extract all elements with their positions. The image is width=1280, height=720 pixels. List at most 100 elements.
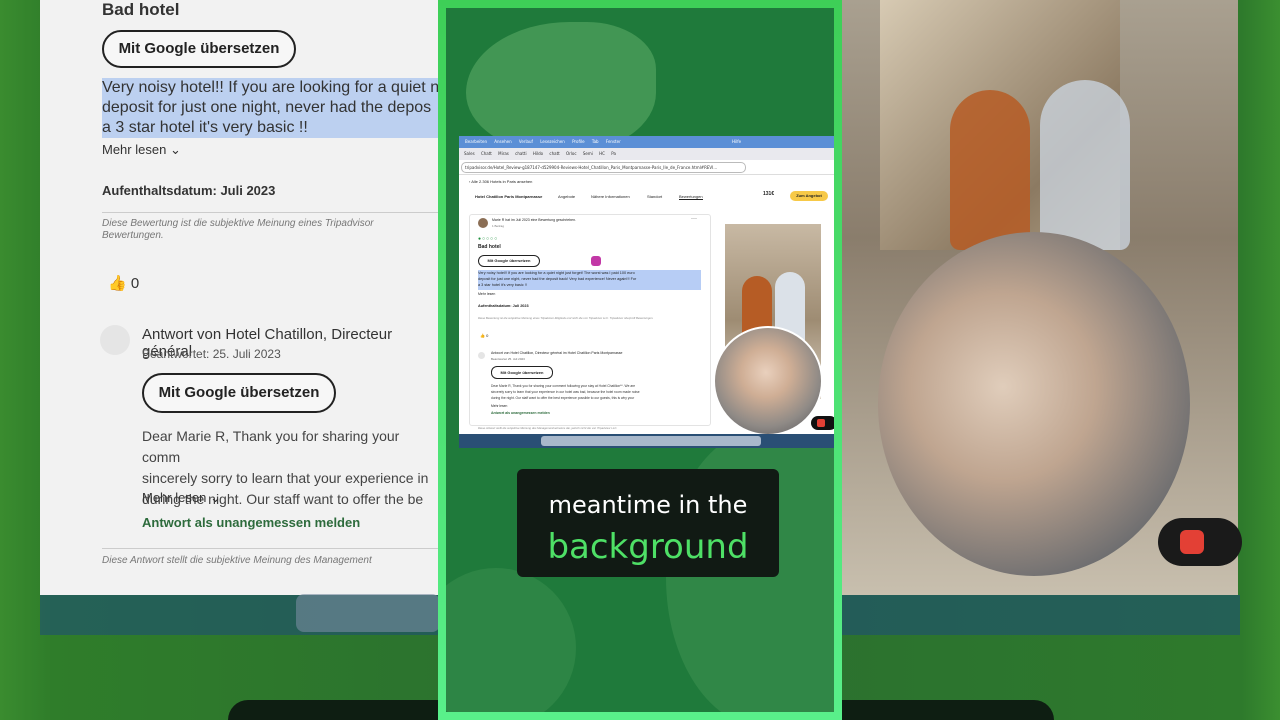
bg-read-more-2: Mehr lesen ⌄: [142, 490, 221, 505]
contrib-count: 1 Beitrag: [492, 224, 505, 228]
monstera-leaf-icon: [466, 22, 656, 152]
bg-like-count: 0: [130, 275, 140, 292]
record-stop-icon[interactable]: [817, 419, 825, 427]
nav-reviews[interactable]: Bewertungen: [679, 194, 703, 200]
bg-like: 👍 0: [108, 274, 139, 292]
menu-item[interactable]: Profile: [572, 139, 584, 144]
browser-tab[interactable]: chatt: [549, 148, 559, 160]
price: 131€: [763, 191, 775, 197]
bg-read-more: Mehr lesen ⌄: [102, 142, 181, 157]
nav-offers[interactable]: Angebote: [558, 194, 575, 199]
response-text: Dear Marie R, Thank you for sharing your…: [491, 383, 640, 401]
bg-hotel-avatar: [100, 325, 130, 355]
read-more-link-2[interactable]: Mehr lesen: [491, 404, 507, 408]
webcam-bubble[interactable]: [713, 326, 823, 436]
address-bar: tripadvisor.de/Hotel_Review-g187147-d529…: [459, 160, 834, 175]
browser-tab[interactable]: Miras: [498, 148, 509, 160]
thumbs-up-icon: 👍: [108, 275, 127, 292]
mac-menubar: Bearbeiten Ansehen Verlauf Lesezeichen P…: [459, 136, 834, 148]
card-inner: Bearbeiten Ansehen Verlauf Lesezeichen P…: [446, 8, 834, 712]
reviewer-line: Marie R hat im Juli 2023 eine Bewertung …: [492, 218, 577, 222]
bg-disclaimer-2: Diese Antwort stellt die subjektive Mein…: [102, 555, 372, 566]
subtitle-box: meantime in the background: [517, 469, 779, 577]
nav-info[interactable]: Nähere Informationen: [591, 194, 630, 199]
hotel-name: Hotel Chatillon Paris Montparnasse: [475, 194, 543, 199]
browser-tab[interactable]: Pa: [611, 148, 616, 160]
review-line: a 3 star hotel it's very basic !!: [478, 283, 527, 287]
bg-review-title: Bad hotel: [102, 0, 180, 19]
menu-item[interactable]: Ansehen: [494, 139, 511, 144]
back-link[interactable]: ‹ Alle 2.306 Hotels in Paris ansehen: [469, 179, 532, 184]
cursor-tool-icon: [591, 256, 601, 266]
like-count: 0: [486, 333, 489, 338]
browser-tab[interactable]: Hildo: [533, 148, 543, 160]
bg-review-line: a 3 star hotel it's very basic !!: [102, 119, 308, 136]
deal-button[interactable]: Zum Angebot: [790, 191, 828, 201]
bg-dock: [296, 594, 440, 632]
response-date: Beantwortet 25. Juli 2023: [491, 357, 525, 361]
menu-item[interactable]: Hilfe: [732, 139, 741, 144]
rating-bubbles-icon: ●○○○○: [478, 236, 499, 242]
review-disclaimer: Diese Bewertung ist die subjektive Meinu…: [478, 316, 654, 320]
response-line: during the night. Our staff want to offe…: [491, 396, 635, 400]
browser-tab[interactable]: chatti: [515, 148, 526, 160]
translate-button-2[interactable]: Mit Google übersetzen: [491, 366, 553, 379]
background-review-page: Bad hotel Mit Google übersetzen Very noi…: [40, 0, 440, 595]
bg-translate-button-2: Mit Google übersetzen: [142, 373, 336, 413]
stay-date: Aufenthaltsdatum: Juli 2023: [478, 304, 529, 308]
bg-stay-date: Aufenthaltsdatum: Juli 2023: [102, 183, 276, 198]
subtitle-line-2-highlight: background: [547, 527, 749, 567]
menu-item[interactable]: Bearbeiten: [465, 139, 487, 144]
bg-disclaimer: Diese Bewertung ist die subjektive Meinu…: [102, 218, 374, 242]
browser-tab[interactable]: Orloc: [566, 148, 577, 160]
thumbs-up-icon: 👍: [480, 333, 485, 338]
menu-item[interactable]: Fenster: [606, 139, 621, 144]
review-text: Very noisy hotel!! If you are looking fo…: [478, 270, 636, 288]
bg-record-control: [1158, 518, 1242, 566]
bg-review-text: Very noisy hotel!! If you are looking fo…: [102, 78, 439, 138]
menu-item[interactable]: Lesezeichen: [540, 139, 565, 144]
shorts-card: Bearbeiten Ansehen Verlauf Lesezeichen P…: [438, 0, 842, 720]
bg-person-denim-jacket: [1040, 80, 1130, 250]
bg-review-line: deposit for just one night, never had th…: [102, 99, 432, 116]
browser-tab[interactable]: Chatt: [481, 148, 492, 160]
subtitle-line-1: meantime in the: [548, 491, 748, 519]
avatar: [478, 218, 488, 228]
browser-tab[interactable]: Sales: [464, 148, 475, 160]
browser-tab[interactable]: HC: [599, 148, 605, 160]
translate-button[interactable]: Mit Google übersetzen: [478, 255, 540, 267]
footer-disclaimer: Diese Antwort stellt die subjektive Mein…: [478, 426, 618, 430]
review-title: Bad hotel: [478, 244, 501, 250]
bg-divider-2: [102, 548, 440, 549]
bg-response-date: Beantwortet: 25. Juli 2023: [142, 347, 281, 361]
mac-dock: [541, 436, 761, 446]
report-link[interactable]: Antwort als unangemessen melden: [491, 411, 550, 415]
bg-report-link: Antwort als unangemessen melden: [142, 515, 361, 530]
bg-divider: [102, 212, 440, 213]
url-field[interactable]: tripadvisor.de/Hotel_Review-g187147-d529…: [461, 162, 746, 173]
chevron-down-icon: ⌄: [169, 142, 181, 157]
browser-tab[interactable]: Semi: [583, 148, 593, 160]
bg-disclaimer-line: Bewertungen.: [102, 230, 164, 241]
read-more-link[interactable]: Mehr lesen: [478, 292, 495, 296]
bg-response-line: Dear Marie R, Thank you for sharing your…: [142, 428, 400, 465]
more-options-icon[interactable]: ···: [691, 216, 697, 222]
chevron-down-icon: ⌄: [209, 490, 221, 505]
bg-translate-button: Mit Google übersetzen: [102, 30, 296, 68]
menu-item[interactable]: Tab: [592, 139, 599, 144]
bg-person-orange-jacket: [950, 90, 1030, 250]
menu-item[interactable]: Verlauf: [519, 139, 533, 144]
monstera-leaf-icon: [446, 568, 576, 712]
bg-response-line: sincerely sorry to learn that your exper…: [142, 470, 429, 486]
hotel-avatar: [478, 352, 485, 359]
like-button[interactable]: 👍 0: [480, 333, 488, 338]
record-control[interactable]: [811, 416, 834, 430]
bg-review-line: Very noisy hotel!! If you are looking fo…: [102, 79, 440, 96]
bg-disclaimer-line: Diese Bewertung ist die subjektive Meinu…: [102, 218, 374, 229]
nav-location[interactable]: Standort: [647, 194, 662, 199]
browser-screenshot: Bearbeiten Ansehen Verlauf Lesezeichen P…: [459, 136, 834, 448]
record-stop-icon: [1180, 530, 1204, 554]
bg-webcam-bubble: [878, 232, 1190, 576]
browser-tabs: Sales Chatt Miras chatti Hildo chatt Orl…: [459, 148, 834, 160]
response-title: Antwort von Hotel Chatillon, Directeur g…: [491, 351, 623, 355]
